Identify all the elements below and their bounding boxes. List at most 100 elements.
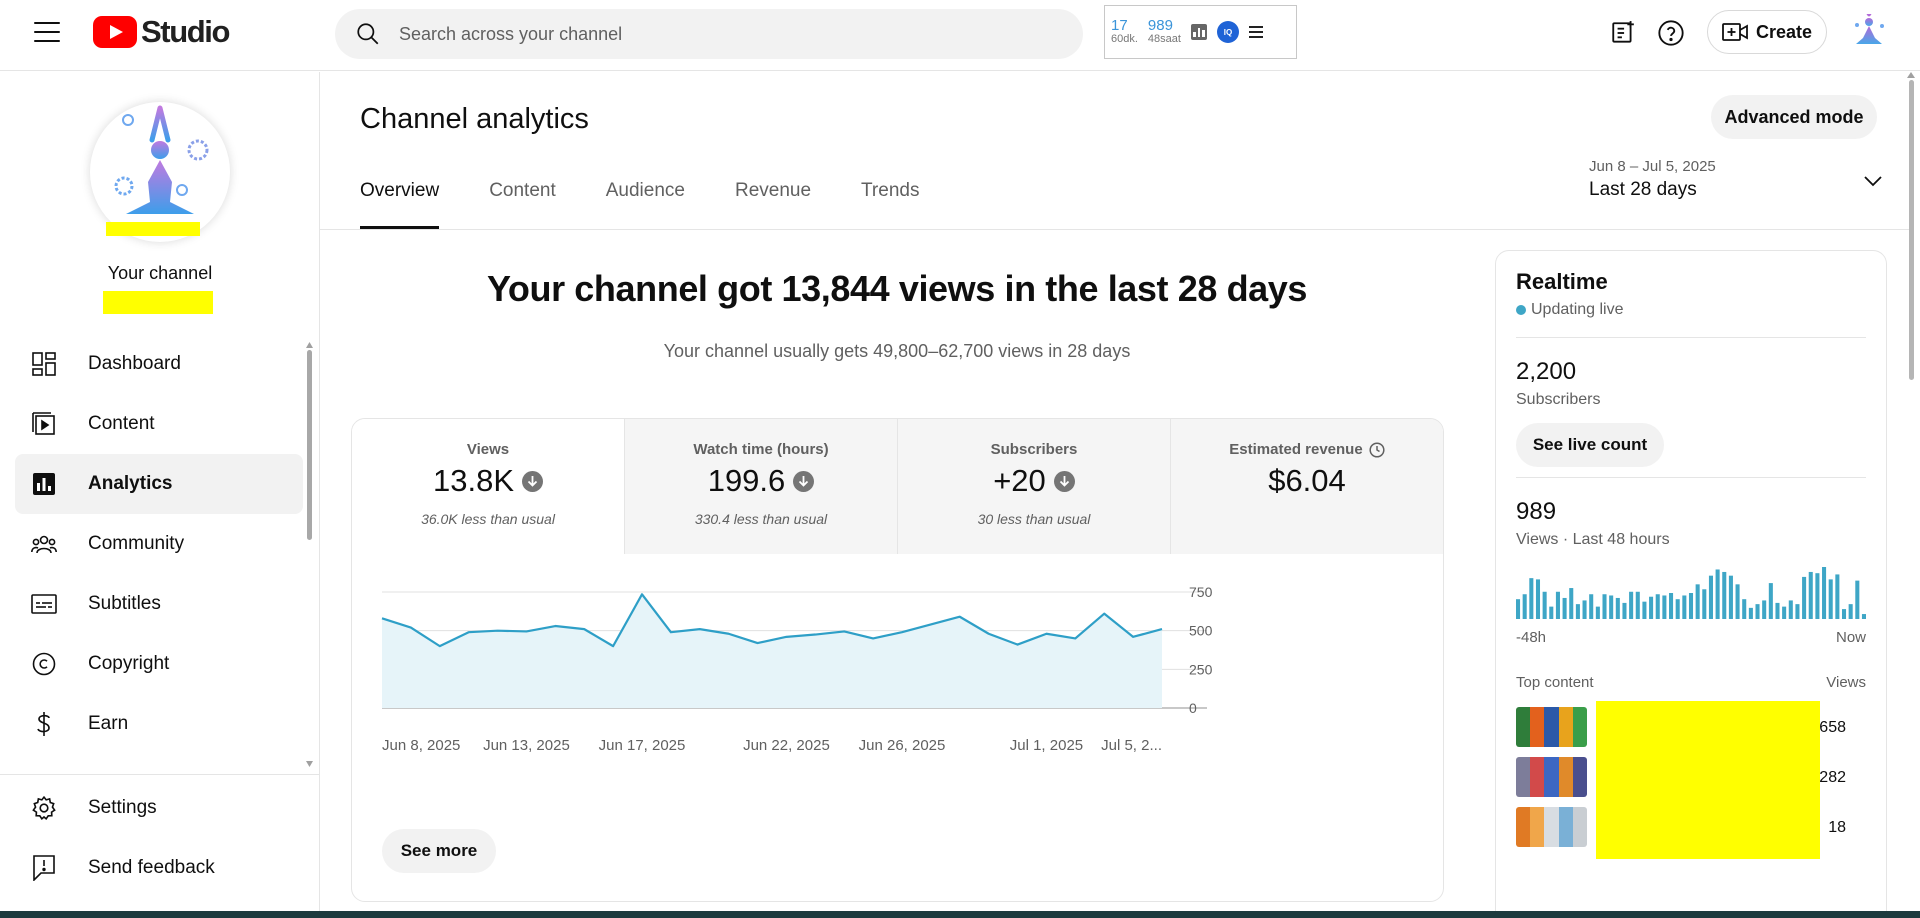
realtime-views-label: Views · Last 48 hours [1516,531,1670,548]
realtime-bar [1702,589,1707,619]
studio-logo[interactable]: Studio [93,14,230,50]
metric-value-row: 199.6 [625,463,897,499]
see-live-count-button[interactable]: See live count [1516,423,1664,467]
video-thumbnail[interactable] [1516,757,1587,797]
tab-content[interactable]: Content [489,180,556,229]
realtime-bar [1822,567,1827,619]
realtime-bar [1555,591,1560,619]
extension-badge-icon[interactable]: IQ [1216,21,1239,43]
tab-overview[interactable]: Overview [360,180,440,229]
sidebar-nav: Dashboard Content Analytics Community Su… [15,334,303,754]
copyright-icon [30,650,58,678]
sidebar: Your channel Dashboard Content Analytics… [0,72,320,918]
realtime-bar [1841,609,1847,619]
arrow-down-icon [1053,470,1075,492]
realtime-bar [1669,593,1674,619]
bar-chart-icon[interactable] [1190,24,1207,40]
sidebar-item-copyright[interactable]: Copyright [15,634,303,694]
divider [1516,477,1866,478]
sidebar-item-feedback[interactable]: Send feedback [15,838,319,898]
sidebar-item-earn[interactable]: Earn [15,694,303,754]
realtime-bar [1642,601,1647,619]
redacted-block [103,291,213,314]
see-more-button[interactable]: See more [382,829,496,873]
search-bar[interactable] [335,9,1083,59]
top-content-views: 18 [1828,819,1846,836]
realtime-bar [1755,604,1760,619]
menu-icon[interactable] [34,20,60,44]
realtime-bar [1535,579,1541,619]
realtime-bar [1582,600,1587,619]
tab-trends[interactable]: Trends [861,180,919,229]
subtitles-icon [30,590,58,618]
extension-stat-1: 17 60dk. [1111,18,1138,45]
realtime-bar [1748,607,1753,619]
metric-watch-time[interactable]: Watch time (hours) 199.6 330.4 less than… [625,419,898,554]
metric-views[interactable]: Views 13.8K 36.0K less than usual [352,419,625,554]
realtime-bar [1835,574,1840,619]
tab-revenue[interactable]: Revenue [735,180,811,229]
x-tick-label: Jun 17, 2025 [599,737,686,754]
metric-value: $6.04 [1268,463,1346,498]
channel-avatar[interactable] [90,102,230,242]
metric-revenue[interactable]: Estimated revenue $6.04 [1171,419,1443,554]
sidebar-item-content[interactable]: Content [15,394,303,454]
youtube-logo-icon [93,16,137,48]
sidebar-item-analytics[interactable]: Analytics [15,454,303,514]
help-icon[interactable] [1656,18,1686,48]
sidebar-bottom: Settings Send feedback [0,774,319,898]
realtime-bar [1688,593,1694,619]
tab-audience[interactable]: Audience [606,180,685,229]
metric-comparison: 330.4 less than usual [694,511,828,527]
extension-widget[interactable]: 17 60dk. 989 48saat IQ [1104,5,1297,59]
realtime-bar [1569,588,1574,619]
video-thumbnail[interactable] [1516,807,1587,847]
date-range-picker[interactable]: Jun 8 – Jul 5, 2025 Last 28 days [1589,158,1909,210]
video-thumbnail[interactable] [1516,707,1587,747]
sidebar-item-label: Community [88,533,185,554]
metric-label-row: Estimated revenue [1171,441,1443,458]
sidebar-scrollbar[interactable] [306,342,313,767]
search-icon [357,23,379,45]
live-dot-icon [1516,305,1526,315]
realtime-bar [1529,578,1534,619]
create-label: Create [1755,21,1813,42]
metric-value: 13.8K [432,463,514,498]
advanced-mode-button[interactable]: Advanced mode [1711,95,1877,139]
metric-subscribers[interactable]: Subscribers +20 30 less than usual [898,419,1171,554]
sidebar-item-community[interactable]: Community [15,514,303,574]
metric-comparison: 30 less than usual [977,511,1091,527]
feedback-icon [30,854,58,882]
subscriber-label: Subscribers [1516,391,1601,408]
realtime-bar [1602,594,1607,619]
redacted-block [1596,701,1820,859]
y-tick-label: 500 [1189,623,1213,639]
realtime-bar [1615,597,1620,619]
realtime-bar [1609,595,1614,619]
metric-value: +20 [993,463,1046,498]
metric-value-row: 13.8K [352,463,624,499]
realtime-bar [1735,584,1740,619]
realtime-bar [1788,600,1793,619]
subscriber-count: 2,200 [1516,358,1577,385]
search-input[interactable] [399,23,999,45]
top-content-label: Top content [1516,674,1594,691]
sidebar-item-subtitles[interactable]: Subtitles [15,574,303,634]
account-avatar[interactable] [1852,9,1886,52]
x-tick-label: Jun 8, 2025 [382,737,460,754]
sidebar-item-settings[interactable]: Settings [15,778,319,838]
x-tick-label: Jul 1, 2025 [1010,737,1083,754]
realtime-bar [1775,602,1780,619]
page-scrollbar[interactable] [1904,72,1918,918]
create-button[interactable]: Create [1707,10,1827,54]
sidebar-item-label: Subtitles [88,593,161,614]
your-channel-label: Your channel [107,263,213,283]
overview-card: Views 13.8K 36.0K less than usual Watch … [351,418,1444,902]
realtime-bar [1655,594,1660,619]
playlist-add-icon[interactable] [1608,18,1638,48]
metric-tabs: Views 13.8K 36.0K less than usual Watch … [352,419,1443,554]
sidebar-item-dashboard[interactable]: Dashboard [15,334,303,394]
extension-stat-2: 989 48saat [1148,18,1181,45]
content-icon [30,410,58,438]
extension-menu-icon[interactable] [1248,26,1263,38]
